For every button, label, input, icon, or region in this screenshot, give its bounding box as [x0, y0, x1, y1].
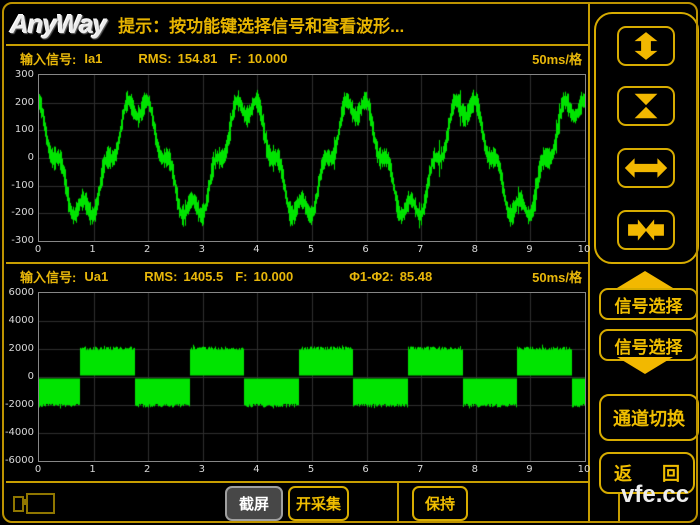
x-tick-label: 2 — [135, 244, 159, 255]
y-tick-label: 4000 — [2, 315, 34, 326]
x-tick-label: 0 — [26, 244, 50, 255]
signal-select-label: 信号选择 — [615, 292, 683, 317]
expand-horizontal-button[interactable] — [617, 148, 675, 188]
rms-value: 154.81 — [178, 51, 218, 66]
x-tick-label: 5 — [299, 464, 323, 475]
y-tick-label: -2000 — [2, 399, 34, 410]
rms-label: RMS: — [144, 269, 177, 284]
x-tick-label: 3 — [190, 244, 214, 255]
title-bar: AnyWay 提示：按功能键选择信号和查看波形... — [10, 5, 586, 43]
y-tick-label: 200 — [2, 97, 34, 108]
x-tick-label: 6 — [354, 464, 378, 475]
freq-value: 10.000 — [253, 269, 293, 284]
x-tick-label: 9 — [517, 464, 541, 475]
oscilloscope-screen: AnyWay 提示：按功能键选择信号和查看波形... 输入信号: Ia1 RMS… — [0, 0, 700, 525]
y-tick-label: 0 — [2, 371, 34, 382]
x-tick-label: 8 — [463, 244, 487, 255]
anyway-logo: AnyWay — [10, 9, 106, 40]
compress-vertical-icon — [624, 91, 668, 121]
hint-text: 提示：按功能键选择信号和查看波形... — [118, 12, 404, 37]
panel2-header: 输入信号: Ua1 RMS: 1405.5 F: 10.000 Φ1-Φ2: 8… — [10, 268, 584, 284]
screenshot-button[interactable]: 截屏 — [225, 486, 283, 521]
compress-vertical-button[interactable] — [617, 86, 675, 126]
x-tick-label: 5 — [299, 244, 323, 255]
waveform-canvas-ua1 — [39, 293, 585, 461]
compress-horizontal-icon — [624, 215, 668, 245]
sidebar-separator — [588, 4, 590, 521]
bottombar-divider — [397, 483, 399, 521]
freq-label: F: — [235, 269, 247, 284]
y-tick-label: -4000 — [2, 427, 34, 438]
start-acquisition-button[interactable]: 开采集 — [288, 486, 349, 521]
x-tick-label: 10 — [572, 464, 596, 475]
triangle-down-icon — [617, 357, 673, 374]
x-tick-label: 2 — [135, 464, 159, 475]
topbar-separator — [6, 44, 588, 46]
bottombar-separator — [6, 481, 588, 483]
x-tick-label: 4 — [244, 244, 268, 255]
freq-label: F: — [229, 51, 241, 66]
waveform-canvas-ia1 — [39, 75, 585, 241]
x-tick-label: 1 — [81, 464, 105, 475]
freq-value: 10.000 — [248, 51, 288, 66]
x-tick-label: 9 — [517, 244, 541, 255]
rms-value: 1405.5 — [183, 269, 223, 284]
y-tick-label: -100 — [2, 180, 34, 191]
source-value: Ua1 — [84, 269, 108, 284]
panel1-header: 输入信号: Ia1 RMS: 154.81 F: 10.000 50ms/格 — [10, 50, 584, 66]
battery-body — [26, 493, 55, 514]
panel-separator — [6, 262, 588, 264]
y-tick-label: 300 — [2, 69, 34, 80]
x-tick-label: 1 — [81, 244, 105, 255]
phase-label: Φ1-Φ2: — [349, 269, 393, 284]
channel-switch-label: 通道切换 — [613, 405, 685, 431]
expand-vertical-button[interactable] — [617, 26, 675, 66]
source-label: 输入信号: — [20, 267, 76, 286]
source-value: Ia1 — [84, 51, 102, 66]
triangle-up-icon — [617, 271, 673, 288]
y-tick-label: 100 — [2, 124, 34, 135]
channel-switch-button[interactable]: 通道切换 — [599, 394, 699, 441]
y-tick-label: 0 — [2, 152, 34, 163]
timebase-value: 50ms/格 — [532, 267, 582, 286]
battery-icon — [13, 491, 55, 515]
waveform-plot-ia1 — [38, 74, 586, 242]
x-tick-label: 6 — [354, 244, 378, 255]
hold-button[interactable]: 保持 — [412, 486, 468, 521]
timebase-value: 50ms/格 — [532, 49, 582, 68]
expand-horizontal-icon — [624, 153, 668, 183]
y-tick-label: 6000 — [2, 287, 34, 298]
vfe-watermark: vfe.cc — [621, 481, 689, 509]
y-tick-label: -200 — [2, 207, 34, 218]
compress-horizontal-button[interactable] — [617, 210, 675, 250]
y-tick-label: 2000 — [2, 343, 34, 354]
x-tick-label: 7 — [408, 244, 432, 255]
x-tick-label: 4 — [244, 464, 268, 475]
x-tick-label: 0 — [26, 464, 50, 475]
rms-label: RMS: — [138, 51, 171, 66]
x-tick-label: 8 — [463, 464, 487, 475]
x-tick-label: 7 — [408, 464, 432, 475]
phase-value: 85.48 — [400, 269, 433, 284]
x-tick-label: 10 — [572, 244, 596, 255]
source-label: 输入信号: — [20, 49, 76, 68]
waveform-plot-ua1 — [38, 292, 586, 462]
x-tick-label: 3 — [190, 464, 214, 475]
expand-vertical-icon — [624, 31, 668, 61]
signal-select-label: 信号选择 — [615, 333, 683, 358]
